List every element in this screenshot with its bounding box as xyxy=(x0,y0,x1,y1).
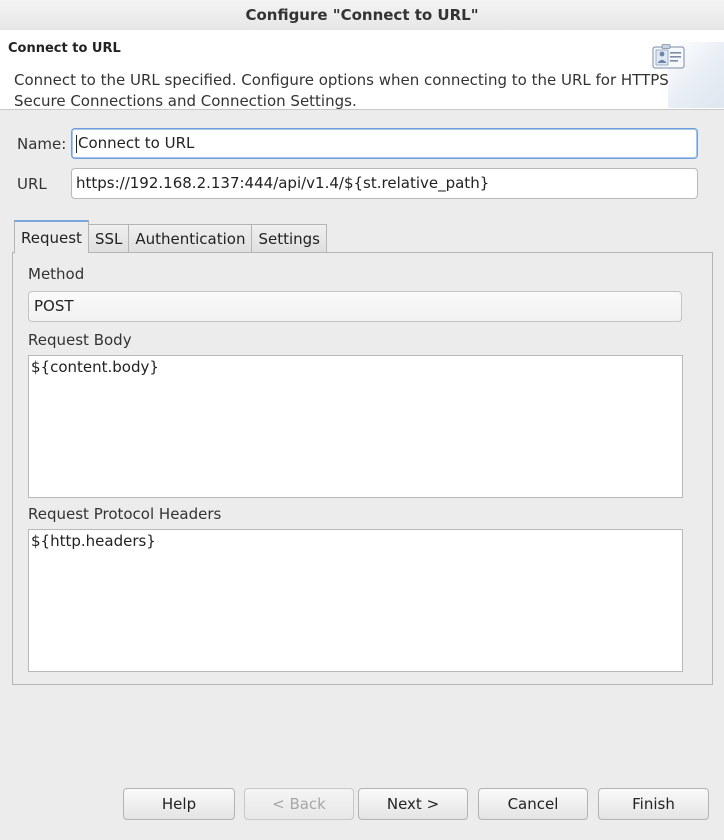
name-input[interactable]: Connect to URL xyxy=(71,128,698,159)
finish-button[interactable]: Finish xyxy=(598,788,709,820)
tab-bar: Request SSL Authentication Settings xyxy=(14,220,327,253)
url-input[interactable]: https://192.168.2.137:444/api/v1.4/${st.… xyxy=(71,168,698,199)
banner-description: Connect to the URL specified. Configure … xyxy=(14,71,674,110)
tab-ssl[interactable]: SSL xyxy=(87,224,130,253)
tab-settings[interactable]: Settings xyxy=(251,224,327,253)
help-button[interactable]: Help xyxy=(123,788,235,820)
tab-request[interactable]: Request xyxy=(14,220,89,253)
request-body-label: Request Body xyxy=(28,331,132,349)
cancel-button[interactable]: Cancel xyxy=(478,788,588,820)
request-tab-panel: Method POST Request Body ${content.body}… xyxy=(12,252,713,685)
banner-title: Connect to URL xyxy=(8,41,121,56)
request-headers-label: Request Protocol Headers xyxy=(28,505,222,523)
name-input-value: Connect to URL xyxy=(78,134,195,152)
name-label: Name: xyxy=(17,135,67,153)
url-input-value: https://192.168.2.137:444/api/v1.4/${st.… xyxy=(76,174,490,192)
method-label: Method xyxy=(28,265,85,283)
properties-dialog-icon xyxy=(652,44,685,69)
method-field[interactable]: POST xyxy=(28,291,682,322)
request-headers-textarea[interactable]: ${http.headers} xyxy=(28,529,683,672)
wizard-button-bar: Help < Back Next > Cancel Finish xyxy=(0,788,724,821)
url-label: URL xyxy=(17,175,47,193)
next-button[interactable]: Next > xyxy=(358,788,468,820)
text-caret xyxy=(76,134,77,153)
request-body-textarea[interactable]: ${content.body} xyxy=(28,355,683,498)
back-button[interactable]: < Back xyxy=(244,788,354,820)
tab-authentication[interactable]: Authentication xyxy=(128,224,253,253)
window-title: Configure "Connect to URL" xyxy=(0,0,724,30)
wizard-banner: Connect to URL Connect to the URL specif… xyxy=(0,30,724,110)
